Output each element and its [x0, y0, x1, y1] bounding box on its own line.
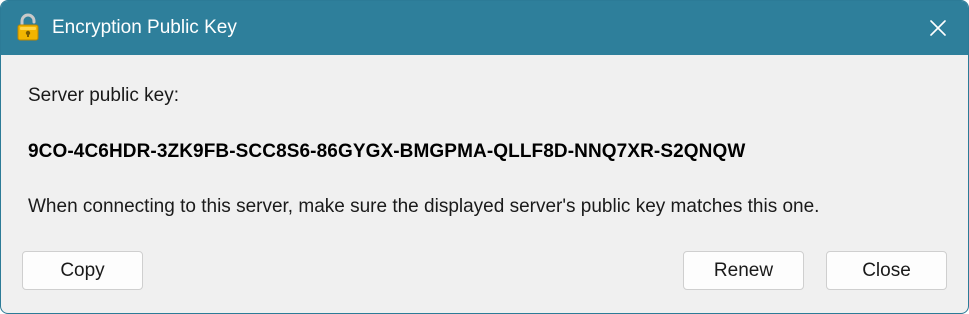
dialog-title: Encryption Public Key — [52, 17, 237, 38]
public-key-label: Server public key: — [28, 85, 180, 106]
close-button[interactable]: Close — [826, 251, 947, 290]
instruction-text: When connecting to this server, make sur… — [28, 196, 820, 217]
copy-button[interactable]: Copy — [22, 251, 143, 290]
encryption-public-key-dialog: Encryption Public Key Server public key:… — [0, 0, 969, 314]
renew-button[interactable]: Renew — [683, 251, 804, 290]
dialog-content: Server public key: 9CO-4C6HDR-3ZK9FB-SCC… — [1, 55, 968, 313]
padlock-icon — [16, 13, 40, 41]
title-bar: Encryption Public Key — [1, 1, 968, 55]
close-icon[interactable] — [918, 8, 958, 48]
public-key-value: 9CO-4C6HDR-3ZK9FB-SCC8S6-86GYGX-BMGPMA-Q… — [28, 141, 746, 162]
